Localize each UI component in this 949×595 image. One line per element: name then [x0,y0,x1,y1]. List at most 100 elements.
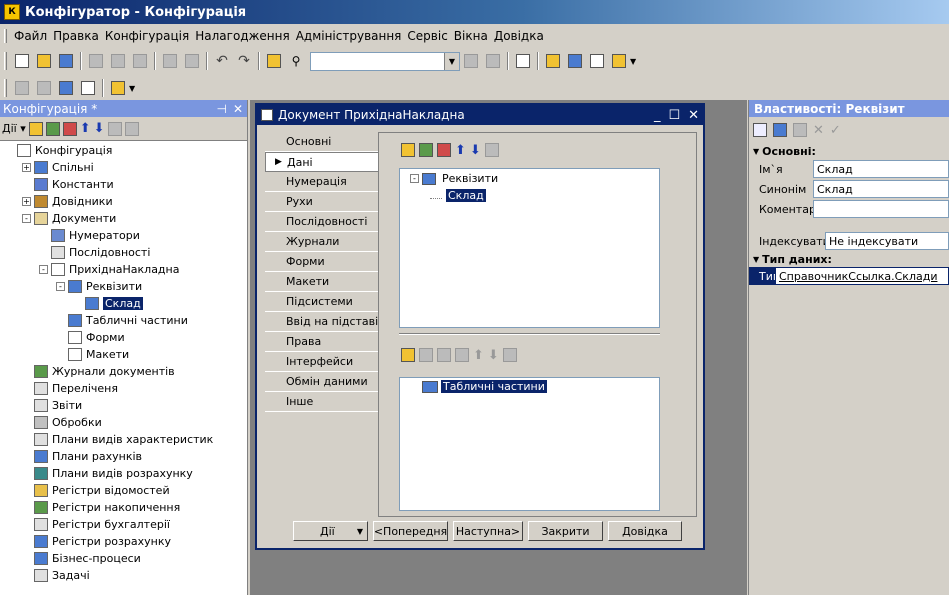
prev-button[interactable]: <Попередня [373,521,448,541]
index-field[interactable]: Не індексувати [825,232,949,250]
undo-button[interactable]: ↶ [211,50,233,72]
find-button[interactable]: ⚲ [285,50,307,72]
combo-dropdown-icon[interactable]: ▼ [444,52,459,70]
move-down-icon[interactable]: ⬇ [488,348,499,363]
attributes-tree[interactable]: - Реквізити Склад [399,168,660,328]
tree-item[interactable]: Табличні частини [56,312,188,329]
preview-button[interactable] [181,50,203,72]
edit-tabular-icon[interactable] [437,348,451,362]
minimize-icon[interactable]: _ [654,108,661,123]
apply-icon[interactable]: ✓ [830,123,841,138]
tree-item[interactable]: Звіти [22,397,82,414]
clear-icon[interactable]: ✕ [813,123,824,138]
tree-item[interactable]: - ПрихіднаНакладна [39,261,179,278]
collapse-icon[interactable]: - [410,174,419,183]
tree-item[interactable]: Регістри відомостей [22,482,170,499]
print-button[interactable] [159,50,181,72]
move-up-icon[interactable]: ⬆ [455,143,466,158]
cut-button[interactable] [85,50,107,72]
menu-service[interactable]: Сервіс [404,29,450,43]
tab-item[interactable]: Рухи [265,192,379,212]
move-up-icon[interactable]: ⬆ [80,121,91,136]
menu-file[interactable]: Файл [11,29,50,43]
tree-item[interactable]: Обробки [22,414,102,431]
tree-item[interactable]: Конфігурація [5,142,112,159]
tree-item[interactable]: Константи [22,176,114,193]
new-button[interactable] [11,50,33,72]
tab-item[interactable]: Послідовності [265,212,379,232]
tree-item[interactable]: Журнали документів [22,363,175,380]
add-column-icon[interactable] [419,348,433,362]
tab-item[interactable]: Журнали [265,232,379,252]
tab-item[interactable]: Інтерфейси [265,352,379,372]
tree-item[interactable]: Регістри бухгалтерії [22,516,170,533]
notes-button[interactable] [586,50,608,72]
open-button[interactable] [33,50,55,72]
move-up-icon[interactable]: ⬆ [473,348,484,363]
section-main[interactable]: ▼ Основні: [749,143,949,159]
type-field[interactable]: СправочникСсылка.Склади [775,267,949,285]
chevron-down-icon[interactable]: ▼ [630,57,636,66]
tree-item[interactable]: + Спільні [22,159,94,176]
copy-button[interactable] [107,50,129,72]
tree-item[interactable]: Плани видів характеристик [22,431,213,448]
delete-tabular-icon[interactable] [455,348,469,362]
tree-item[interactable]: Плани видів розрахунку [22,465,193,482]
synonym-field[interactable]: Склад [813,180,949,198]
add-icon[interactable] [28,121,43,136]
sort-icon[interactable] [484,143,499,157]
open-db-config-button[interactable] [77,77,99,99]
compare-button[interactable] [11,77,33,99]
tree-item[interactable]: Нумератори [39,227,140,244]
tab-item[interactable]: Ввід на підставі [265,312,379,332]
paste-button[interactable] [129,50,151,72]
tab-item[interactable]: ▶ Дані [265,152,379,172]
tree-item[interactable]: Регістри накопичення [22,499,180,516]
splitter[interactable] [399,333,660,335]
search-combo[interactable]: ▼ [310,51,460,71]
tree-item[interactable]: - Документи [22,210,116,227]
expand-icon[interactable]: + [22,163,31,172]
delete-attribute-icon[interactable] [437,143,451,157]
syntax-help-button[interactable] [564,50,586,72]
add-tabular-icon[interactable] [401,348,415,362]
find-prev-button[interactable] [482,50,504,72]
tree-item[interactable]: Переліченя [22,380,118,397]
tabular-tree[interactable]: Табличні частини [399,377,660,511]
move-down-icon[interactable]: ⬇ [470,143,481,158]
tree-item[interactable]: Бізнес-процеси [22,550,141,567]
attribute-row[interactable]: Склад [430,189,486,202]
run-debug-button[interactable] [107,77,129,99]
edit-attribute-icon[interactable] [419,143,433,157]
menu-debug[interactable]: Налагодження [192,29,292,43]
tree-item[interactable]: - Реквізити [56,278,142,295]
save-button[interactable] [55,50,77,72]
find-next-button[interactable] [460,50,482,72]
tree-item[interactable]: Регістри розрахунку [22,533,171,550]
menu-edit[interactable]: Правка [50,29,102,43]
tab-item[interactable]: Нумерація [265,172,379,192]
tree-item[interactable]: Плани рахунків [22,448,142,465]
tree-item[interactable]: + Довідники [22,193,113,210]
menu-help[interactable]: Довідка [491,29,547,43]
categories-icon[interactable] [773,123,787,137]
tab-item[interactable]: Обмін даними [265,372,379,392]
tree-item[interactable]: Задачі [22,567,90,584]
next-button[interactable]: Наступна> [453,521,523,541]
tab-item[interactable]: Форми [265,252,379,272]
close-icon[interactable]: ✕ [233,102,243,116]
name-field[interactable]: Склад [813,160,949,178]
add-attribute-icon[interactable] [401,143,415,157]
collapse-icon[interactable]: - [39,265,48,274]
tab-item[interactable]: Підсистеми [265,292,379,312]
find-in-tree-button[interactable] [263,50,285,72]
sort-alpha-icon[interactable] [753,123,767,137]
tabular-root-row[interactable]: Табличні частини [422,380,547,393]
comment-field[interactable] [813,200,949,218]
menu-configuration[interactable]: Конфігурація [102,29,192,43]
sort-icon[interactable] [502,348,517,362]
menu-windows[interactable]: Вікна [451,29,491,43]
tab-item[interactable]: Інше [265,392,379,412]
actions-button[interactable]: Дії ▼ [293,521,368,541]
assistant-button[interactable] [542,50,564,72]
